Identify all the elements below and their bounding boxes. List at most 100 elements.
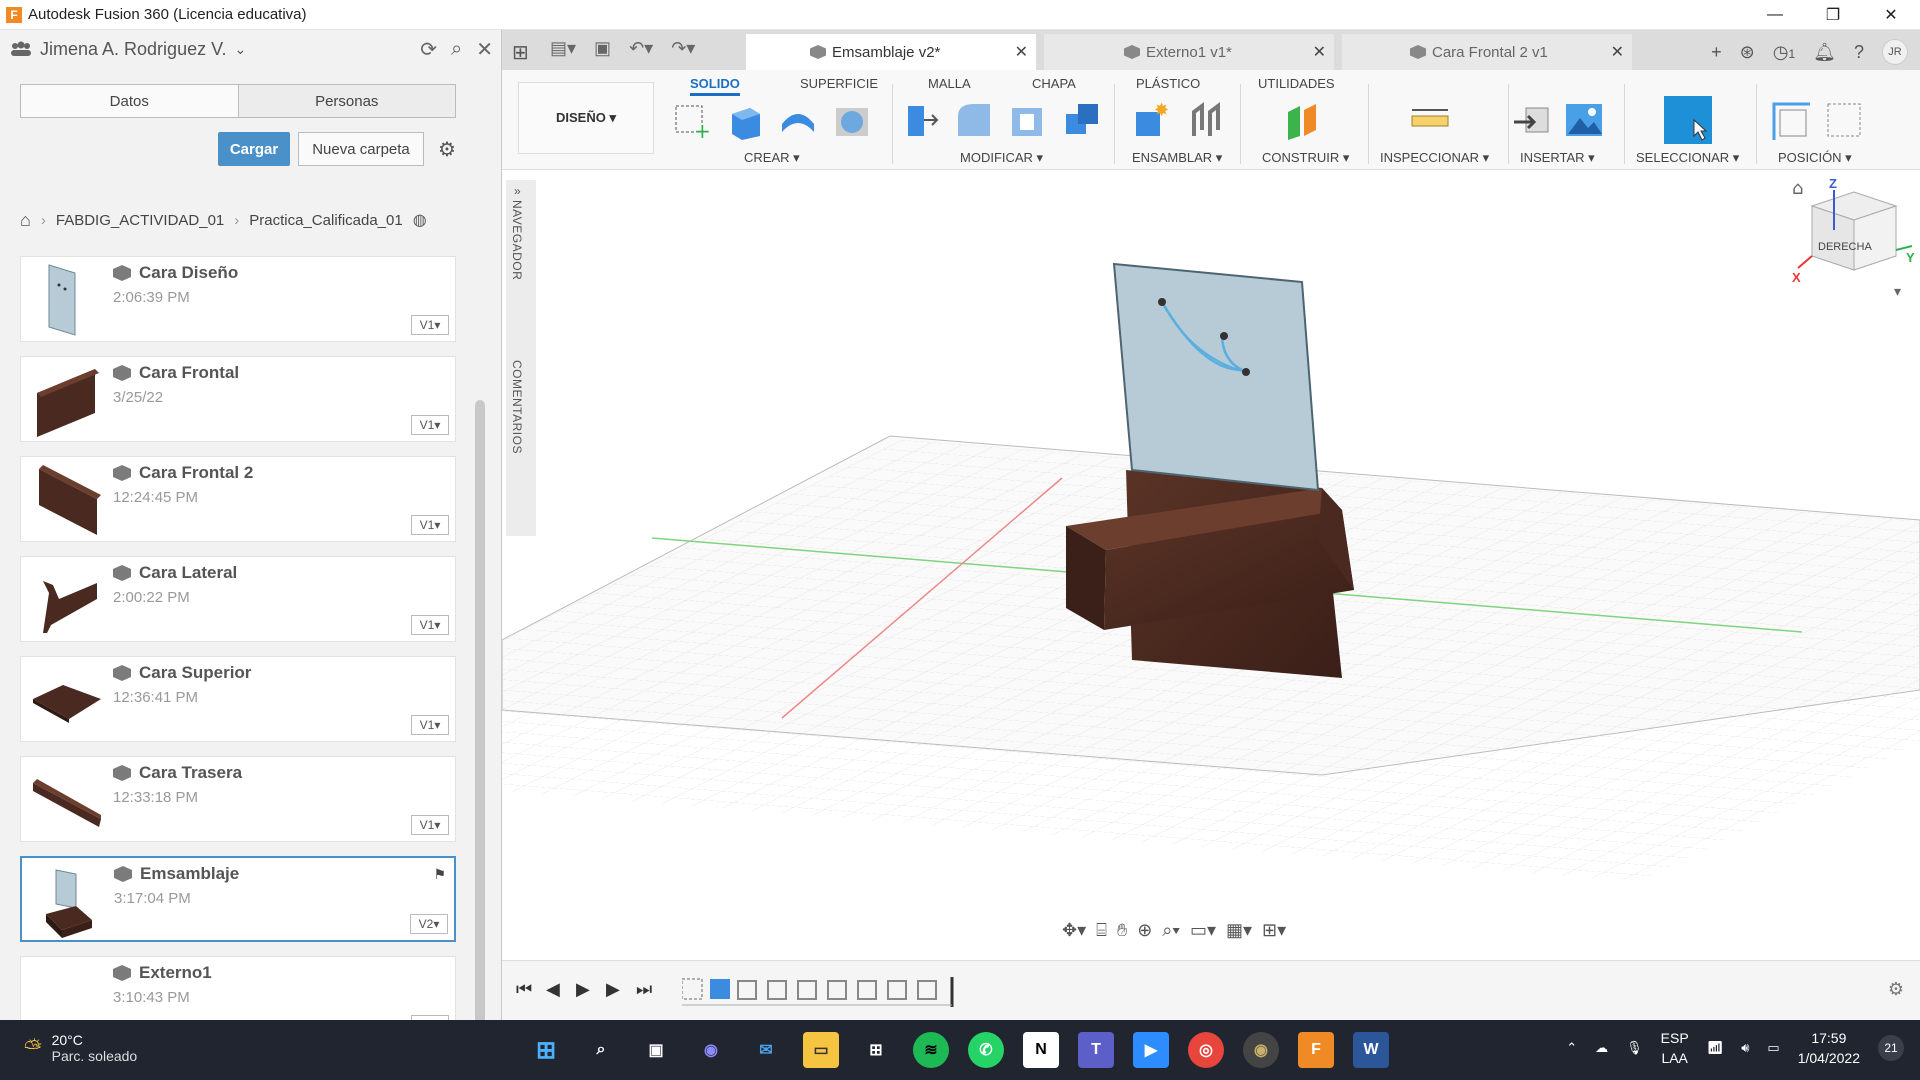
version-dropdown[interactable]: V1▾ xyxy=(411,315,449,335)
file-list-scrollbar[interactable] xyxy=(475,400,485,1045)
wifi-icon[interactable]: 📶︎ xyxy=(1707,1040,1724,1056)
version-dropdown[interactable]: V1▾ xyxy=(411,715,449,735)
group-insertar[interactable]: INSERTAR ▾ xyxy=(1520,150,1595,166)
go-to-end-icon[interactable]: ⏭ xyxy=(636,979,652,1000)
file-card-selected[interactable]: Emsamblaje 3:17:04 PM ⚑ V2 ▾ xyxy=(20,856,456,942)
weather-widget[interactable]: ⛅︎ 20°C Parc. soleado xyxy=(24,1032,137,1064)
group-modificar[interactable]: MODIFICAR ▾ xyxy=(960,150,1043,166)
search-icon[interactable]: ⌕ xyxy=(451,38,462,61)
expand-browser-icon[interactable]: » xyxy=(514,184,521,198)
timeline-settings-gear-icon[interactable]: ⚙ xyxy=(1888,979,1904,1000)
mail-icon[interactable]: ✉ xyxy=(748,1032,784,1068)
search-icon[interactable]: ⌕ xyxy=(583,1032,619,1068)
whatsapp-icon[interactable]: ✆ xyxy=(968,1032,1004,1068)
fillet-icon[interactable] xyxy=(954,100,994,140)
combine-icon[interactable] xyxy=(1062,100,1102,140)
group-posicion[interactable]: POSICIÓN ▾ xyxy=(1778,150,1852,166)
version-dropdown[interactable]: V1▾ xyxy=(411,515,449,535)
spotify-icon[interactable]: ≋ xyxy=(913,1032,949,1068)
view-cube-face-label[interactable]: DERECHA xyxy=(1818,241,1872,253)
construction-plane-icon[interactable] xyxy=(1282,100,1322,140)
viewports-icon[interactable]: ⊞▾ xyxy=(1262,920,1286,941)
tab-datos[interactable]: Datos xyxy=(21,85,238,117)
step-back-icon[interactable]: ◀ xyxy=(546,979,560,1000)
version-dropdown[interactable]: V1▾ xyxy=(411,615,449,635)
close-icon[interactable]: ✕ xyxy=(476,37,493,62)
view-cube-menu-icon[interactable]: ▾ xyxy=(1894,284,1901,300)
task-view-icon[interactable]: ▣ xyxy=(638,1032,674,1068)
new-tab-plus-icon[interactable]: + xyxy=(1711,42,1722,63)
select-icon[interactable] xyxy=(1664,96,1712,144)
comments-label[interactable]: COMENTARIOS xyxy=(510,360,524,454)
group-ensamblar[interactable]: ENSAMBLAR ▾ xyxy=(1132,150,1222,166)
home-icon[interactable]: ⌂ xyxy=(20,210,31,231)
doc-tab-emsamblaje[interactable]: Emsamblaje v2* ✕ xyxy=(746,34,1036,70)
restore-button[interactable]: ❐ xyxy=(1804,0,1862,30)
doc-tab-cara-frontal-2[interactable]: Cara Frontal 2 v1 ✕ xyxy=(1342,34,1632,70)
notion-icon[interactable]: N xyxy=(1023,1032,1059,1068)
teams-icon[interactable]: T xyxy=(1078,1032,1114,1068)
step-forward-icon[interactable]: ▶ xyxy=(606,979,620,1000)
zoom-icon[interactable]: ▶ xyxy=(1133,1032,1169,1068)
undo-icon[interactable]: ↶▾ xyxy=(629,38,653,59)
timeline-features[interactable] xyxy=(682,977,982,1007)
breadcrumb-folder[interactable]: Practica_Calificada_01 xyxy=(249,212,402,229)
group-inspeccionar[interactable]: INSPECCIONAR ▾ xyxy=(1380,150,1489,166)
pan-hand-icon[interactable]: ✋︎ xyxy=(1117,920,1127,941)
home-view-icon[interactable]: ⌂ xyxy=(1792,178,1803,199)
store-icon[interactable]: ⊞ xyxy=(858,1032,894,1068)
clock[interactable]: 17:59 1/04/2022 xyxy=(1798,1028,1860,1068)
look-at-icon[interactable]: ⌸ xyxy=(1096,920,1107,941)
minimize-button[interactable]: — xyxy=(1746,0,1804,30)
volume-icon[interactable]: 🔊︎ xyxy=(1741,1040,1749,1056)
tab-malla[interactable]: MALLA xyxy=(928,76,971,91)
measure-icon[interactable] xyxy=(1410,100,1450,140)
workspace-dropdown[interactable]: DISEÑO ▾ xyxy=(518,82,654,154)
revert-position-icon[interactable] xyxy=(1824,100,1864,140)
view-cube[interactable]: DERECHA Z X Y xyxy=(1792,176,1915,285)
create-sketch-icon[interactable]: + xyxy=(672,100,712,140)
help-icon[interactable]: ? xyxy=(1854,42,1864,63)
show-hidden-icons-icon[interactable]: ⌃ xyxy=(1566,1040,1577,1056)
refresh-icon[interactable]: ⟳ xyxy=(420,37,437,62)
extensions-icon[interactable]: ⊛ xyxy=(1740,42,1755,63)
file-card[interactable]: Cara Trasera 12:33:18 PM V1 ▾ xyxy=(20,756,456,842)
file-explorer-icon[interactable]: ▭ xyxy=(803,1032,839,1068)
chat-icon[interactable]: ◉ xyxy=(693,1032,729,1068)
acrylic-panel[interactable] xyxy=(1112,262,1320,492)
shell-icon[interactable] xyxy=(1008,100,1048,140)
orbit-icon[interactable]: ✥▾ xyxy=(1062,920,1086,941)
gimp-icon[interactable]: ◉ xyxy=(1243,1032,1279,1068)
tab-chapa[interactable]: CHAPA xyxy=(1032,76,1076,91)
team-icon[interactable] xyxy=(10,40,32,58)
share-globe-icon[interactable]: ◍ xyxy=(413,210,427,230)
play-icon[interactable]: ▶ xyxy=(576,979,590,1000)
revolve-icon[interactable] xyxy=(778,100,818,140)
grid-settings-icon[interactable]: ▦▾ xyxy=(1226,920,1252,941)
fusion360-icon[interactable]: F xyxy=(1298,1032,1334,1068)
apps-grid-icon[interactable]: ⊞ xyxy=(512,40,529,65)
capture-position-icon[interactable] xyxy=(1770,100,1810,140)
job-status-icon[interactable]: ◷1 xyxy=(1773,42,1795,63)
breadcrumb-project[interactable]: FABDIG_ACTIVIDAD_01 xyxy=(56,212,224,229)
3d-scene[interactable]: DERECHA Z X Y ⌂ ▾ xyxy=(241,170,1920,960)
onedrive-cloud-icon[interactable]: ☁ xyxy=(1595,1040,1608,1056)
extrude-icon[interactable] xyxy=(726,100,766,140)
file-card[interactable]: Cara Superior 12:36:41 PM V1 ▾ xyxy=(20,656,456,742)
notifications-bell-icon[interactable]: 🔔︎ xyxy=(1813,42,1836,63)
battery-icon[interactable]: ▭ xyxy=(1767,1040,1779,1056)
avatar[interactable]: JR xyxy=(1882,39,1908,65)
language-indicator[interactable]: ESP LAA xyxy=(1661,1028,1689,1068)
chevron-down-icon[interactable]: ⌄ xyxy=(234,41,246,58)
new-component-icon[interactable]: ✸ xyxy=(1132,100,1172,140)
windows-start-icon[interactable]: ⊞ xyxy=(528,1032,564,1068)
tab-solido[interactable]: SOLIDO xyxy=(690,76,740,96)
close-tab-icon[interactable]: ✕ xyxy=(1313,42,1326,62)
upload-button[interactable]: Cargar xyxy=(218,132,290,166)
tab-utilidades[interactable]: UTILIDADES xyxy=(1258,76,1335,91)
file-card[interactable]: Cara Frontal 3/25/22 V1 ▾ xyxy=(20,356,456,442)
group-construir[interactable]: CONSTRUIR ▾ xyxy=(1262,150,1349,166)
close-tab-icon[interactable]: ✕ xyxy=(1015,42,1028,62)
canvas-viewport[interactable]: DERECHA Z X Y ⌂ ▾ xyxy=(241,170,1920,960)
microphone-icon[interactable]: 🎙︎ xyxy=(1626,1040,1643,1056)
